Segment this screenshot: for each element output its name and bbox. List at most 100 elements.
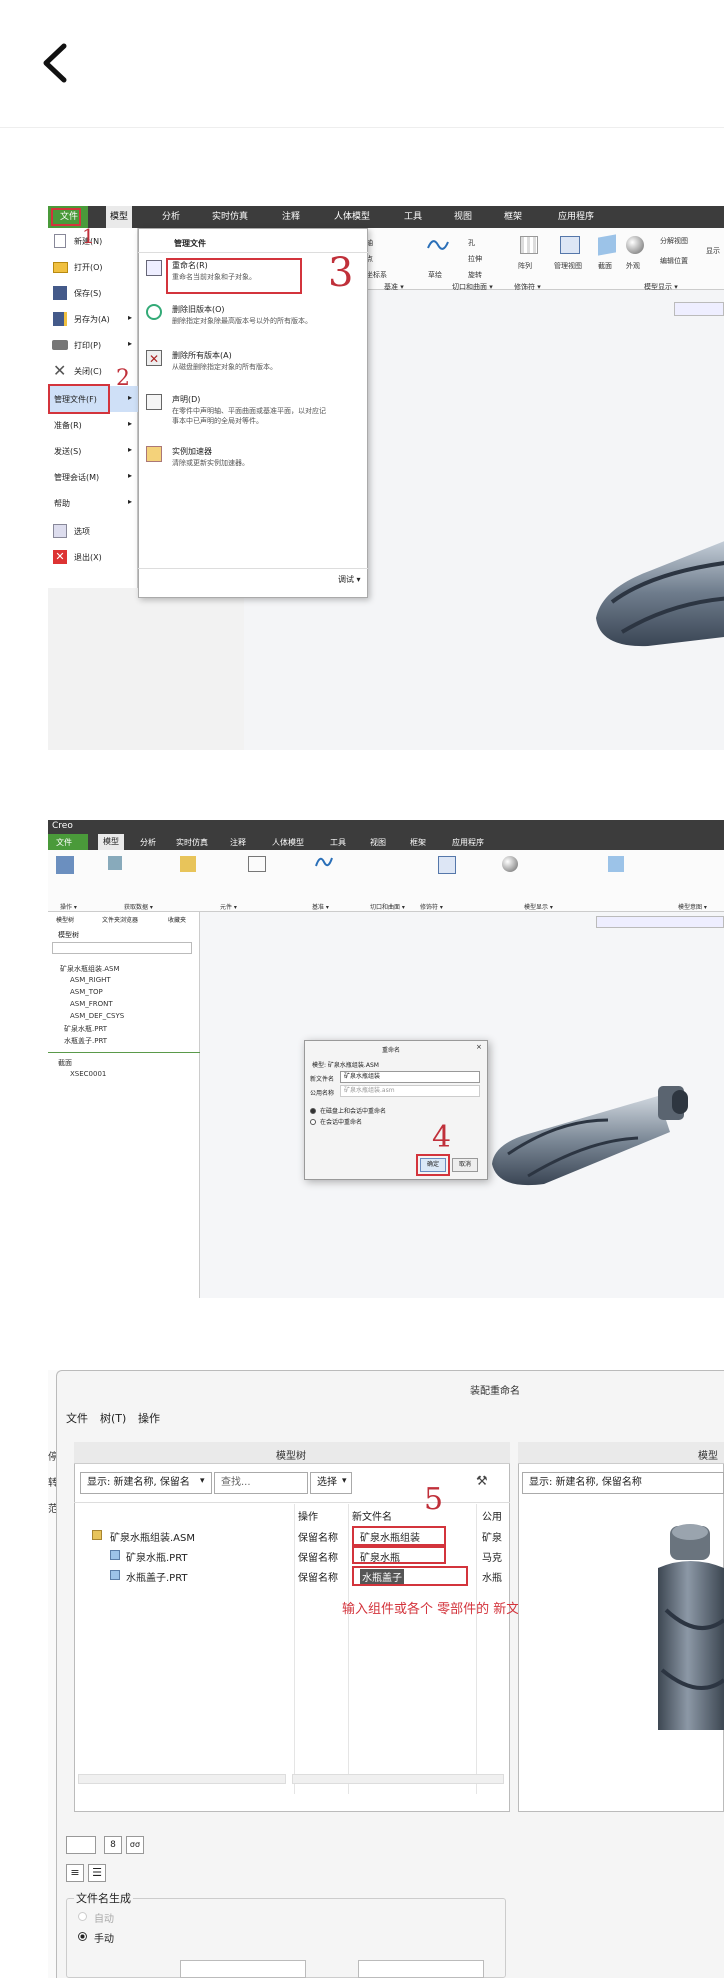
nav-tab-favorites[interactable]: 收藏夹 — [168, 915, 186, 924]
tab-tools[interactable]: 工具 — [400, 206, 426, 228]
view-mode-dropdown[interactable] — [66, 1836, 96, 1854]
menu-exit[interactable]: ✕ 退出(X) — [48, 544, 138, 570]
tree-item-asm-front[interactable]: ASM_FRONT — [70, 1000, 113, 1008]
ribbon-sketch[interactable]: 草绘 — [428, 270, 442, 280]
ribbon-csys[interactable]: 坐标系 — [366, 270, 387, 280]
tree-item-bottle-part[interactable]: 矿泉水瓶.PRT — [64, 1024, 107, 1034]
menu-send[interactable]: 发送(S) ▸ — [48, 438, 138, 464]
prefix-input[interactable] — [180, 1960, 306, 1978]
radio-auto[interactable] — [78, 1912, 87, 1921]
tab-frame[interactable]: 框架 — [410, 837, 426, 848]
menu-open[interactable]: 打开(O) — [48, 254, 138, 280]
tree-item-asm-right[interactable]: ASM_RIGHT — [70, 976, 111, 984]
tab-file[interactable]: 文件 — [56, 837, 72, 848]
ribbon-appearance[interactable]: 外观 — [626, 261, 640, 271]
tab-human-model[interactable]: 人体模型 — [330, 206, 374, 228]
tree-item-xsec[interactable]: XSEC0001 — [70, 1070, 106, 1078]
column-header-common[interactable]: 公用 — [482, 1508, 502, 1523]
menu-file[interactable]: 文件 — [66, 1410, 88, 1426]
unlink-icon[interactable]: σσ — [126, 1836, 144, 1854]
instance-accel-desc: 清除或更新实例加速器。 — [172, 459, 249, 467]
tab-annotate[interactable]: 注释 — [278, 206, 304, 228]
submenu-erase-all[interactable]: ✕ 删除所有版本(A) 从磁盘删除指定对象的所有版本。 — [142, 346, 362, 388]
detail-view-icon[interactable]: ☰ — [88, 1864, 106, 1882]
nav-tab-folder-browser[interactable]: 文件夹浏览器 — [102, 915, 138, 924]
view-toolbar[interactable] — [674, 302, 724, 316]
ribbon-pattern[interactable]: 阵列 — [518, 261, 532, 271]
nav-tab-model-tree[interactable]: 模型树 — [56, 915, 74, 924]
menu-help[interactable]: 帮助 ▸ — [48, 490, 138, 516]
radio-disk-and-session[interactable] — [310, 1108, 316, 1114]
tab-realtime-sim[interactable]: 实时仿真 — [208, 206, 252, 228]
tab-model[interactable]: 模型 — [106, 206, 133, 228]
menu-actions[interactable]: 操作 — [138, 1410, 160, 1426]
menu-options[interactable]: 选项 — [48, 518, 138, 544]
group-model-display[interactable]: 模型显示 ▾ — [524, 902, 553, 911]
menu-tree[interactable]: 树(T) — [100, 1410, 126, 1426]
tab-analysis[interactable]: 分析 — [140, 837, 156, 848]
menu-save-label: 保存(S) — [74, 289, 102, 298]
cancel-button[interactable]: 取消 — [452, 1158, 478, 1172]
menu-print[interactable]: 打印(P) ▸ — [48, 332, 138, 358]
display-columns-select[interactable]: 显示: 新建名称, 保留名 — [80, 1472, 212, 1494]
menu-save[interactable]: 保存(S) — [48, 280, 138, 306]
tree-item-cap-part[interactable]: 水瓶盖子.PRT — [64, 1036, 107, 1046]
menu-manage-session[interactable]: 管理会话(M) ▸ — [48, 464, 138, 490]
tab-frame[interactable]: 框架 — [500, 206, 526, 228]
radio-session-only[interactable] — [310, 1119, 316, 1125]
column-header-new-name[interactable]: 新文件名 — [352, 1508, 392, 1523]
radio-manual[interactable] — [78, 1932, 87, 1941]
tools-icon[interactable]: ⚒ — [476, 1474, 488, 1489]
submenu-declare[interactable]: 声明(D) 在零件中声明轴、平面曲面或基准平面，以对应记事本中已声明的全局对等件… — [142, 390, 362, 440]
list-view-icon[interactable]: ≡ — [66, 1864, 84, 1882]
tab-analysis[interactable]: 分析 — [158, 206, 184, 228]
rename-icon — [146, 260, 162, 276]
new-name-input[interactable]: 矿泉水瓶组装 — [340, 1071, 480, 1083]
ribbon-hole[interactable]: 孔 — [468, 238, 475, 248]
group-model-intent[interactable]: 模型意图 ▾ — [678, 902, 707, 911]
group-get-data[interactable]: 获取数据 ▾ — [124, 902, 153, 911]
column-header-operation[interactable]: 操作 — [298, 1508, 318, 1523]
tree-item-asm-csys[interactable]: ASM_DEF_CSYS — [70, 1012, 124, 1020]
debug-button[interactable]: 调试 ▾ — [338, 574, 361, 585]
tree-filter-input[interactable] — [52, 942, 192, 954]
search-input[interactable]: 查找... — [214, 1472, 308, 1494]
tab-model[interactable]: 模型 — [98, 834, 124, 850]
horizontal-scrollbar[interactable] — [78, 1774, 286, 1784]
group-component[interactable]: 元件 ▾ — [220, 902, 237, 911]
submenu-instance-accel[interactable]: 实例加速器 清除或更新实例加速器。 — [142, 442, 362, 484]
back-button[interactable] — [36, 38, 76, 88]
tab-apps[interactable]: 应用程序 — [452, 837, 484, 848]
group-datum[interactable]: 基准 ▾ — [312, 902, 329, 911]
group-cut-surface[interactable]: 切口和曲面 ▾ — [370, 902, 405, 911]
tab-view[interactable]: 视图 — [370, 837, 386, 848]
tab-realtime-sim[interactable]: 实时仿真 — [176, 837, 208, 848]
horizontal-scrollbar[interactable] — [292, 1774, 504, 1784]
menu-save-as[interactable]: 另存为(A) ▸ — [48, 306, 138, 332]
ribbon-section[interactable]: 截面 — [598, 261, 612, 271]
tab-human-model[interactable]: 人体模型 — [272, 837, 304, 848]
menu-help-label: 帮助 — [54, 499, 70, 508]
preview-display-select[interactable]: 显示: 新建名称, 保留名称 — [522, 1472, 724, 1494]
ribbon-edit-position[interactable]: 编辑位置 — [660, 256, 688, 266]
common-name-input[interactable]: 矿泉水瓶组装.asm — [340, 1085, 480, 1097]
ribbon-revolve[interactable]: 旋转 — [468, 270, 482, 280]
group-modifiers[interactable]: 修饰符 ▾ — [420, 902, 443, 911]
tree-item-assembly[interactable]: 矿泉水瓶组装.ASM — [60, 964, 120, 974]
tab-tools[interactable]: 工具 — [330, 837, 346, 848]
group-operations[interactable]: 操作 ▾ — [60, 902, 77, 911]
dialog-close-icon[interactable]: × — [476, 1043, 482, 1051]
ribbon-display[interactable]: 显示 — [706, 246, 720, 256]
ribbon-extrude[interactable]: 拉伸 — [468, 254, 482, 264]
ribbon-explode-view[interactable]: 分解视图 — [660, 236, 688, 246]
submenu-erase-old[interactable]: 删除旧版本(O) 删除指定对象除最高版本号以外的所有版本。 — [142, 300, 362, 342]
ribbon-manage-views[interactable]: 管理视图 — [554, 261, 582, 271]
tab-apps[interactable]: 应用程序 — [554, 206, 598, 228]
link-icon[interactable]: 8 — [104, 1836, 122, 1854]
tree-item-asm-top[interactable]: ASM_TOP — [70, 988, 103, 996]
tab-view[interactable]: 视图 — [450, 206, 476, 228]
suffix-input[interactable] — [358, 1960, 484, 1978]
view-toolbar[interactable] — [596, 916, 724, 928]
menu-prepare[interactable]: 准备(R) ▸ — [48, 412, 138, 438]
tab-annotate[interactable]: 注释 — [230, 837, 246, 848]
